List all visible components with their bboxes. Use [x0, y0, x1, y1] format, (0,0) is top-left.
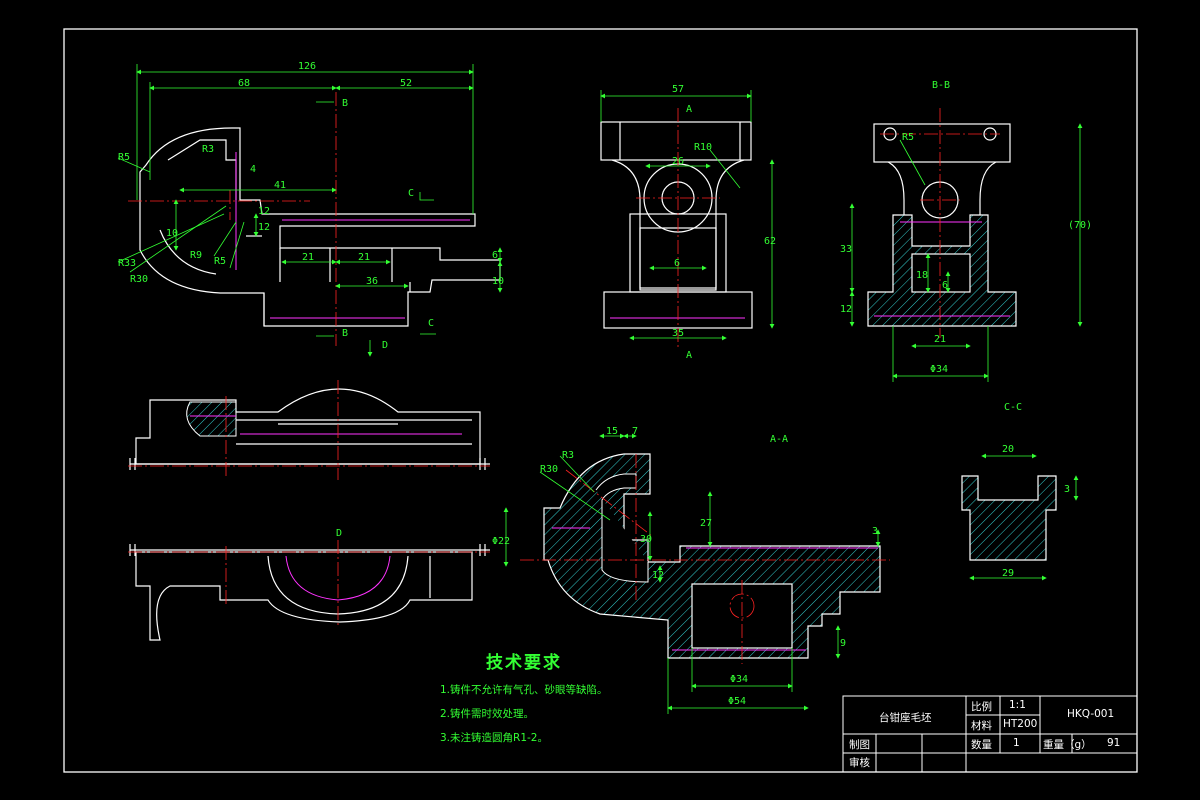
label-d-view: D: [336, 528, 342, 539]
dim-r33: R33: [118, 258, 136, 269]
dim-phi34-bb: Φ34: [930, 364, 948, 375]
dim-21-b: 21: [358, 252, 370, 263]
side-view-dim-text: 57 26 R10 62 6 35 A A: [672, 84, 776, 361]
notes-title: 技术要求: [486, 653, 562, 673]
dim-20: 20: [1002, 444, 1014, 455]
dim-r30-aa: R30: [540, 464, 558, 475]
label-b-top: B: [342, 98, 348, 109]
dim-21-a: 21: [302, 252, 314, 263]
dim-15: 15: [606, 426, 618, 437]
scale-label: 比例: [971, 701, 992, 713]
label-a-bot: A: [686, 350, 692, 361]
dim-10-b: 10: [492, 276, 504, 287]
dim-126: 126: [298, 61, 316, 72]
side-view: [600, 121, 753, 329]
dim-52: 52: [400, 78, 412, 89]
dim-phi54: Φ54: [728, 696, 746, 707]
drawing-number: HKQ-001: [1067, 708, 1115, 720]
weight-value: 91: [1107, 737, 1121, 749]
dim-r3-main: R3: [202, 144, 214, 155]
section-bb: B-B R5 (70) 33 18 6 12 21 Φ34: [840, 80, 1092, 382]
notes-item-3: 3.未注铸造圆角R1-2。: [440, 732, 548, 744]
dim-r5-b: R5: [214, 256, 226, 267]
material-label: 材料: [971, 720, 992, 732]
dim-12-d: 12: [652, 570, 664, 581]
dim-3-cc: 3: [1064, 484, 1070, 495]
material-value: HT200: [1003, 718, 1038, 730]
dim-33: 33: [840, 244, 852, 255]
dim-4: 4: [250, 164, 256, 175]
dim-10-a: 10: [166, 228, 178, 239]
dim-phi22: Φ22: [492, 536, 510, 547]
dim-62: 62: [764, 236, 776, 247]
label-d-arrow: D: [382, 340, 388, 351]
dim-36: 36: [366, 276, 378, 287]
label-b-bot: B: [342, 328, 348, 339]
scale-value: 1:1: [1009, 699, 1026, 711]
weight-label: 重量（g）: [1043, 739, 1092, 751]
dim-70: (70): [1068, 220, 1092, 231]
dim-6-a: 6: [492, 250, 498, 261]
drawn-label: 制图: [849, 739, 870, 751]
technical-requirements: 技术要求 1.铸件不允许有气孔、砂眼等缺陷。 2.铸件需时效处理。 3.未注铸造…: [440, 648, 608, 745]
main-view-hidden: [235, 152, 470, 319]
dim-r9: R9: [190, 250, 202, 261]
label-c-bot: C: [428, 318, 434, 329]
bottom-view-centerlines: [128, 540, 490, 628]
dim-18: 18: [916, 270, 928, 281]
dim-26: 26: [672, 156, 684, 167]
dim-r5-main: R5: [118, 152, 130, 163]
checked-label: 审核: [849, 757, 870, 769]
dim-68: 68: [238, 78, 250, 89]
label-a-top: A: [686, 104, 692, 115]
dim-29: 29: [1002, 568, 1014, 579]
dim-r10: R10: [694, 142, 712, 153]
label-bb: B-B: [932, 80, 950, 91]
main-view-dimensions: [117, 64, 503, 357]
notes-item-2: 2.铸件需时效处理。: [440, 708, 535, 720]
dim-41: 41: [274, 180, 286, 191]
label-c-top: C: [408, 188, 414, 199]
dim-6-c: 6: [942, 280, 948, 291]
dim-12-a: 12: [258, 206, 270, 217]
top-view: [129, 388, 490, 470]
dim-12-c: 12: [840, 304, 852, 315]
dim-57: 57: [672, 84, 684, 95]
dim-phi34-aa: Φ34: [730, 674, 748, 685]
bottom-view: [129, 544, 490, 641]
dim-27: 27: [700, 518, 712, 529]
quantity-label: 数量: [971, 739, 992, 751]
top-view-section: [186, 401, 237, 437]
dim-r30: R30: [130, 274, 148, 285]
dim-35: 35: [672, 328, 684, 339]
notes-item-1: 1.铸件不允许有气孔、砂眼等缺陷。: [440, 684, 608, 696]
dim-21-c: 21: [934, 334, 946, 345]
dim-12-b: 12: [258, 222, 270, 233]
label-aa: A-A: [770, 434, 788, 445]
dim-r5-bb: R5: [902, 132, 914, 143]
dim-3-aa: 3: [872, 526, 878, 537]
dim-7: 7: [632, 426, 638, 437]
title-block: 台钳座毛坯 比例 1:1 材料 HT200 HKQ-001 制图 数量 1 重量…: [843, 696, 1137, 772]
main-view: [139, 127, 501, 327]
dim-r3-aa: R3: [562, 450, 574, 461]
label-cc: C-C: [1004, 402, 1022, 413]
section-cc: C-C 20 3 29: [961, 402, 1079, 581]
dim-6-b: 6: [674, 258, 680, 269]
part-name: 台钳座毛坯: [879, 712, 932, 724]
dim-9: 9: [840, 638, 846, 649]
quantity-value: 1: [1013, 737, 1020, 749]
dim-30: 30: [640, 534, 652, 545]
main-view-centerlines: [128, 92, 337, 346]
